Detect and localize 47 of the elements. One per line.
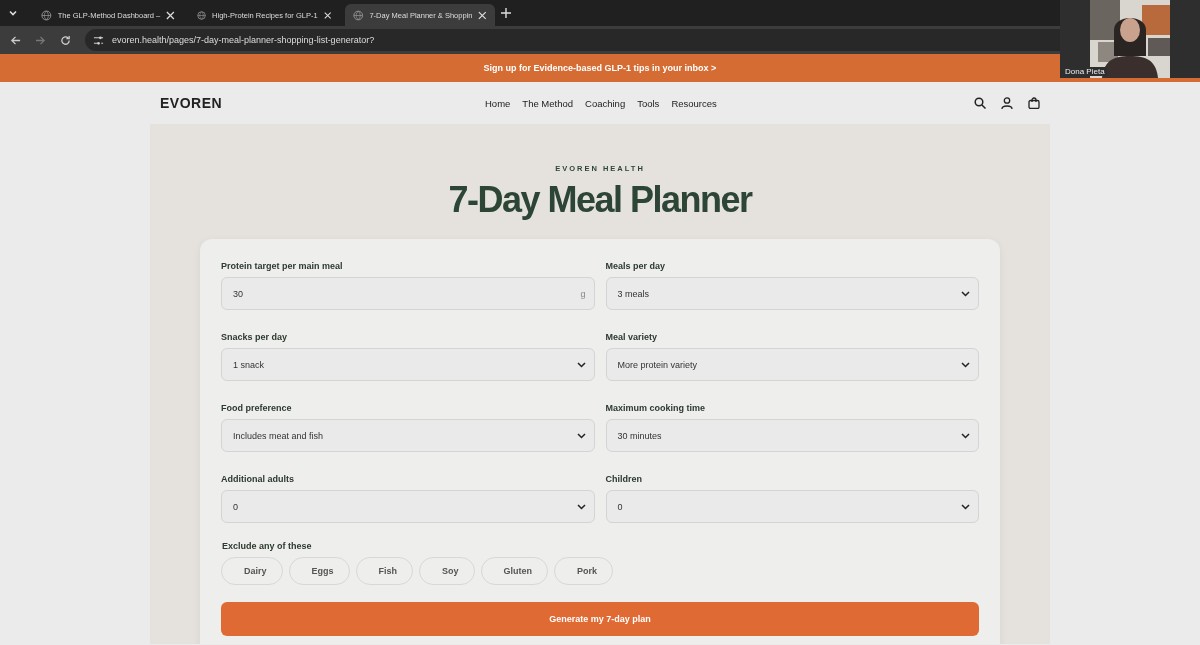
globe-icon [353, 9, 364, 21]
dropdown[interactable]: 0 [221, 490, 595, 523]
close-icon[interactable] [166, 10, 175, 20]
nav-link[interactable]: Coaching [585, 97, 626, 109]
dropdown[interactable]: 3 meals [605, 277, 979, 310]
field-label: Exclude any of these [222, 541, 313, 551]
forward-icon[interactable] [35, 34, 46, 46]
nav-link[interactable]: The Method [522, 97, 574, 109]
close-icon[interactable] [478, 10, 487, 20]
chevron-down-icon [961, 432, 970, 439]
site-settings-icon[interactable] [93, 34, 104, 46]
chevron-down-icon [961, 361, 970, 368]
reload-icon[interactable] [60, 34, 71, 46]
dropdown[interactable]: Includes meat and fish [221, 419, 595, 452]
page-title: 7-Day Meal Planner [447, 179, 754, 221]
bag-icon[interactable] [1028, 97, 1040, 109]
field-label: Snacks per day [221, 332, 289, 342]
nav-link[interactable]: Resources [671, 97, 717, 109]
globe-icon [41, 9, 52, 21]
account-icon[interactable] [1001, 97, 1013, 109]
dropdown[interactable]: 30 minutes [605, 419, 979, 452]
field-label: Protein target per main meal [221, 261, 344, 271]
new-tab-icon[interactable] [501, 8, 511, 18]
dropdown[interactable]: 0 [605, 490, 979, 523]
close-icon[interactable] [323, 10, 331, 20]
chevron-down-icon [576, 432, 586, 439]
field-label: Food preference [221, 403, 293, 413]
field-label: Additional adults [221, 474, 295, 484]
chevron-down-icon [576, 503, 586, 510]
field-label: Children [605, 474, 643, 484]
number-field[interactable]: 30 g [221, 277, 595, 310]
chevron-down-icon [576, 361, 586, 368]
chevron-down-icon [961, 503, 970, 510]
dropdown[interactable]: 1 snack [221, 348, 595, 381]
nav-link[interactable]: Tools [637, 97, 660, 109]
participant-name: Dona Pieta [1063, 67, 1107, 76]
field-label: Meals per day [605, 261, 667, 271]
dropdown[interactable]: More protein variety [605, 348, 979, 381]
nav-link[interactable]: Home [485, 97, 511, 109]
logo[interactable]: EVOREN [160, 95, 485, 111]
back-icon[interactable] [10, 34, 21, 46]
globe-icon [197, 9, 207, 21]
chevron-down-icon [961, 290, 970, 297]
search-icon[interactable] [974, 97, 986, 109]
url-field[interactable]: evoren.health/pages/7-day-meal-planner-shopping-list-generator? [112, 35, 375, 45]
field-label: Meal variety [605, 332, 659, 342]
field-label: Maximum cooking time [605, 403, 707, 413]
